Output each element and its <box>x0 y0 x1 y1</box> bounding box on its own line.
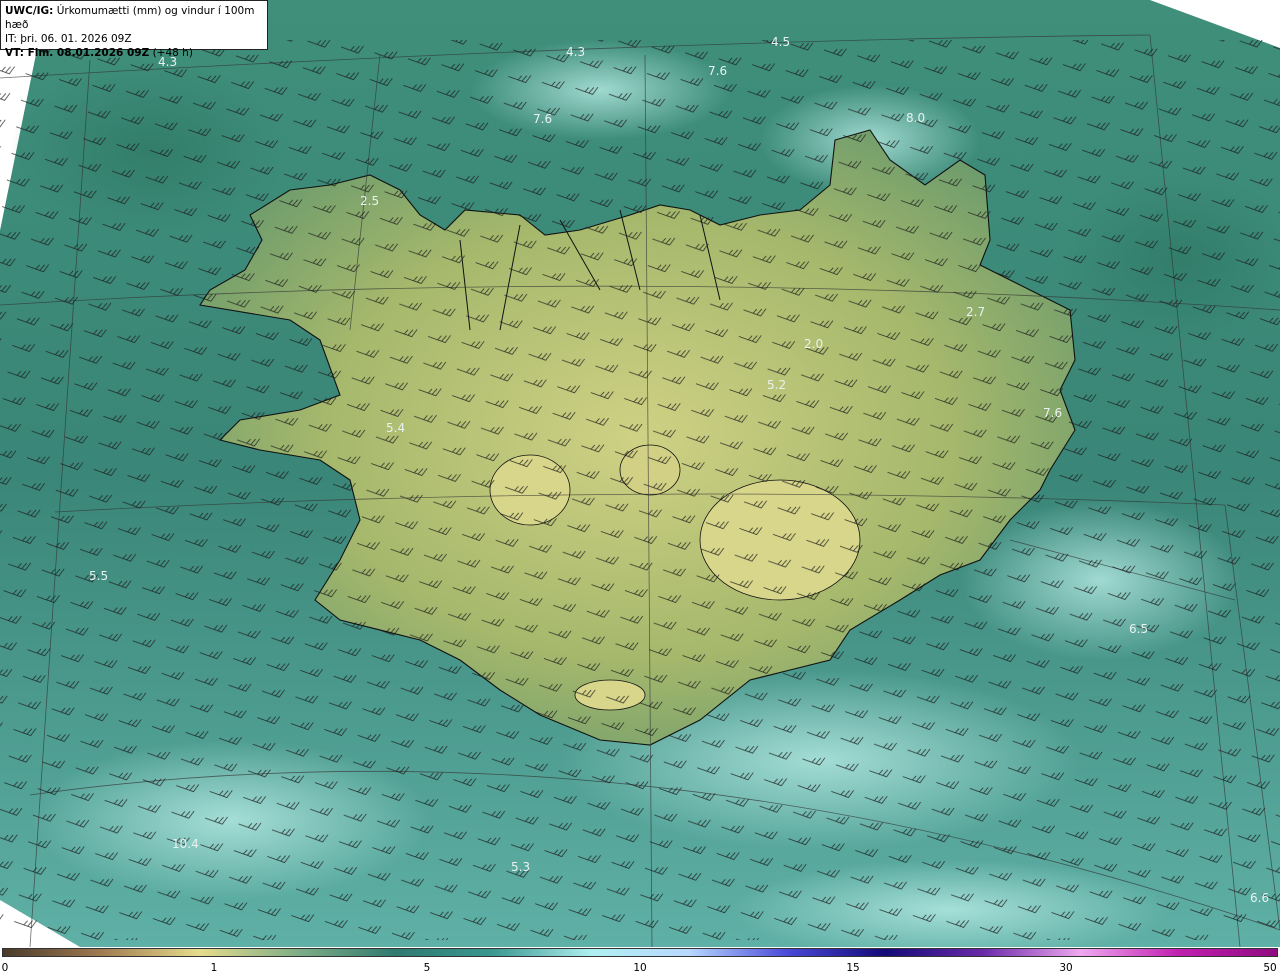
init-time-line: IT: þri. 06. 01. 2026 09Z <box>5 32 263 46</box>
valid-time-line: VT: Fim. 08.01.2026 09Z (+48 h) <box>5 46 263 60</box>
value-label: 2.5 <box>360 194 379 208</box>
colorbar-strip <box>2 948 1278 957</box>
colorbar: 0 1 5 10 15 30 50 <box>0 947 1280 978</box>
colorbar-tick: 15 <box>846 962 860 974</box>
valid-time: VT: Fim. 08.01.2026 09Z <box>5 47 150 59</box>
colorbar-tick: 5 <box>423 962 431 974</box>
lead-time: (+48 h) <box>152 47 193 59</box>
forecast-info-box: UWC/IG: Úrkomumætti (mm) og vindur í 100… <box>0 0 268 59</box>
value-label: 4.5 <box>771 35 790 49</box>
init-label: IT: <box>5 33 17 45</box>
colorbar-tick: 10 <box>633 962 647 974</box>
model-label: UWC/IG: <box>5 5 54 17</box>
value-label: 7.6 <box>708 64 727 78</box>
value-label: 7.6 <box>533 112 552 126</box>
title-line: UWC/IG: Úrkomumætti (mm) og vindur í 100… <box>5 4 263 32</box>
value-label: 10.4 <box>172 837 199 851</box>
value-label: 5.5 <box>89 569 108 583</box>
init-time: þri. 06. 01. 2026 09Z <box>20 33 132 45</box>
value-label: 2.7 <box>966 305 985 319</box>
colorbar-tick: 1 <box>210 962 218 974</box>
forecast-map: 4.3 4.3 4.5 7.6 7.6 8.0 2.5 2.7 2.0 5.2 … <box>0 0 1280 960</box>
value-label: 5.3 <box>511 860 530 874</box>
value-label: 5.2 <box>767 378 786 392</box>
wind-barbs <box>0 40 1280 940</box>
value-label: 2.0 <box>804 337 823 351</box>
value-label: 8.0 <box>906 111 925 125</box>
value-label: 5.4 <box>386 421 405 435</box>
value-label: 6.6 <box>1250 891 1269 905</box>
value-label: 4.3 <box>566 45 585 59</box>
colorbar-tick: 50 <box>1263 962 1277 974</box>
colorbar-tick: 30 <box>1059 962 1073 974</box>
colorbar-tick: 0 <box>1 962 9 974</box>
value-label: 6.5 <box>1129 622 1148 636</box>
value-label: 7.6 <box>1043 406 1062 420</box>
